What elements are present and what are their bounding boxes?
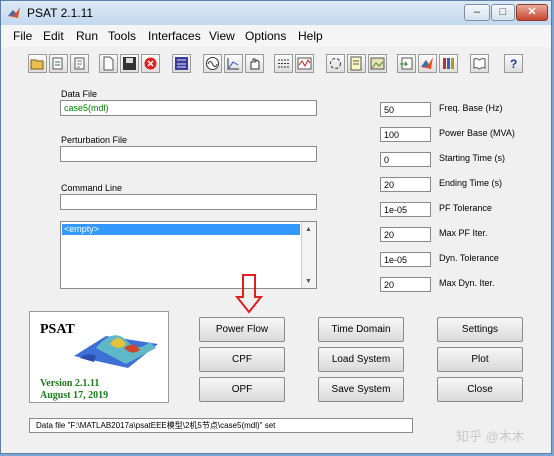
plot-axes-icon[interactable] [224, 54, 243, 73]
cpf-button[interactable]: CPF [199, 347, 285, 372]
align-icon[interactable] [274, 54, 293, 73]
plot-button[interactable]: Plot [437, 347, 523, 372]
param-field-max-dyn-iter[interactable]: 20 [380, 277, 431, 292]
param-label-dyn-tolerance: Dyn. Tolerance [439, 253, 499, 263]
time-domain-button[interactable]: Time Domain [318, 317, 404, 342]
param-label-freq-base: Freq. Base (Hz) [439, 103, 503, 113]
svg-text:?: ? [510, 57, 517, 71]
settings-button[interactable]: Settings [437, 317, 523, 342]
param-field-freq-base[interactable]: 50 [380, 102, 431, 117]
watermark: 知乎 @木木 [456, 429, 525, 444]
book-icon[interactable] [470, 54, 489, 73]
red-down-arrow-icon [235, 274, 263, 314]
hand-icon[interactable] [245, 54, 264, 73]
perturbation-file-field[interactable] [60, 146, 317, 162]
data-file-label: Data File [61, 89, 98, 99]
param-label-starting-time: Starting Time (s) [439, 153, 506, 163]
surface-plot-icon [74, 335, 158, 368]
scroll-down-icon[interactable]: ▼ [305, 278, 312, 285]
message-list[interactable]: <empty> ▲ ▼ [60, 221, 317, 289]
close-button[interactable]: Close [437, 377, 523, 402]
window-title: PSAT 2.1.11 [27, 6, 94, 20]
opf-button[interactable]: OPF [199, 377, 285, 402]
param-field-starting-time[interactable]: 0 [380, 152, 431, 167]
menu-edit[interactable]: Edit [43, 29, 64, 43]
help-icon[interactable]: ? [504, 54, 523, 73]
menu-view[interactable]: View [209, 29, 235, 43]
network-icon[interactable] [172, 54, 191, 73]
signal-icon[interactable] [295, 54, 314, 73]
load-system-button[interactable]: Load System [318, 347, 404, 372]
param-label-pf-tolerance: PF Tolerance [439, 203, 492, 213]
import-icon[interactable] [397, 54, 416, 73]
sine-wave-icon[interactable] [203, 54, 222, 73]
minimize-button[interactable]: – [464, 4, 490, 21]
report-icon[interactable] [347, 54, 366, 73]
image-icon[interactable] [368, 54, 387, 73]
param-label-power-base: Power Base (MVA) [439, 128, 515, 138]
param-field-power-base[interactable]: 100 [380, 127, 431, 142]
menu-tools[interactable]: Tools [108, 29, 136, 43]
command-line-field[interactable] [60, 194, 317, 210]
param-label-ending-time: Ending Time (s) [439, 178, 503, 188]
matlab-logo-icon[interactable] [418, 54, 437, 73]
maximize-button[interactable]: □ [491, 4, 515, 21]
toolbar: ? [1, 48, 551, 82]
param-field-dyn-tolerance[interactable]: 1e-05 [380, 252, 431, 267]
menu-help[interactable]: Help [298, 29, 323, 43]
param-field-max-pf-iter[interactable]: 20 [380, 227, 431, 242]
psat-logo: PSAT Version 2.1.11 August 17, 2019 [29, 311, 169, 403]
menu-file[interactable]: File [13, 29, 32, 43]
refresh-icon[interactable] [326, 54, 345, 73]
status-bar: Data file "F:\MATLAB2017a\psatEEE模型\2机5节… [29, 418, 413, 433]
param-label-max-pf-iter: Max PF Iter. [439, 228, 488, 238]
close-window-button[interactable]: ✕ [516, 4, 548, 21]
matlab-icon [8, 7, 20, 18]
stop-icon[interactable] [141, 54, 160, 73]
param-field-ending-time[interactable]: 20 [380, 177, 431, 192]
menu-bar: File Edit Run Tools Interfaces View Opti… [1, 25, 551, 47]
list-scrollbar[interactable]: ▲ ▼ [301, 222, 316, 288]
param-field-pf-tolerance[interactable]: 1e-05 [380, 202, 431, 217]
new-document-icon[interactable] [99, 54, 118, 73]
logo-version: Version 2.1.11 [40, 378, 100, 389]
data-file-field[interactable]: case5(mdl) [60, 100, 317, 116]
menu-interfaces[interactable]: Interfaces [148, 29, 201, 43]
psat-window: PSAT 2.1.11 – □ ✕ File Edit Run Tools In… [0, 0, 552, 454]
save-system-button[interactable]: Save System [318, 377, 404, 402]
open-folder-icon[interactable] [28, 54, 47, 73]
open-data-icon[interactable] [70, 54, 89, 73]
title-bar: PSAT 2.1.11 – □ ✕ [1, 1, 551, 26]
menu-options[interactable]: Options [245, 29, 286, 43]
library-icon[interactable] [439, 54, 458, 73]
power-flow-button[interactable]: Power Flow [199, 317, 285, 342]
list-item-selected[interactable]: <empty> [62, 224, 300, 235]
param-label-max-dyn-iter: Max Dyn. Iter. [439, 278, 495, 288]
open-perturbation-icon[interactable] [49, 54, 68, 73]
save-icon[interactable] [120, 54, 139, 73]
perturbation-file-label: Perturbation File [61, 135, 128, 145]
scroll-up-icon[interactable]: ▲ [305, 226, 312, 233]
command-line-label: Command Line [61, 183, 123, 193]
logo-date: August 17, 2019 [40, 390, 109, 401]
menu-run[interactable]: Run [76, 29, 98, 43]
